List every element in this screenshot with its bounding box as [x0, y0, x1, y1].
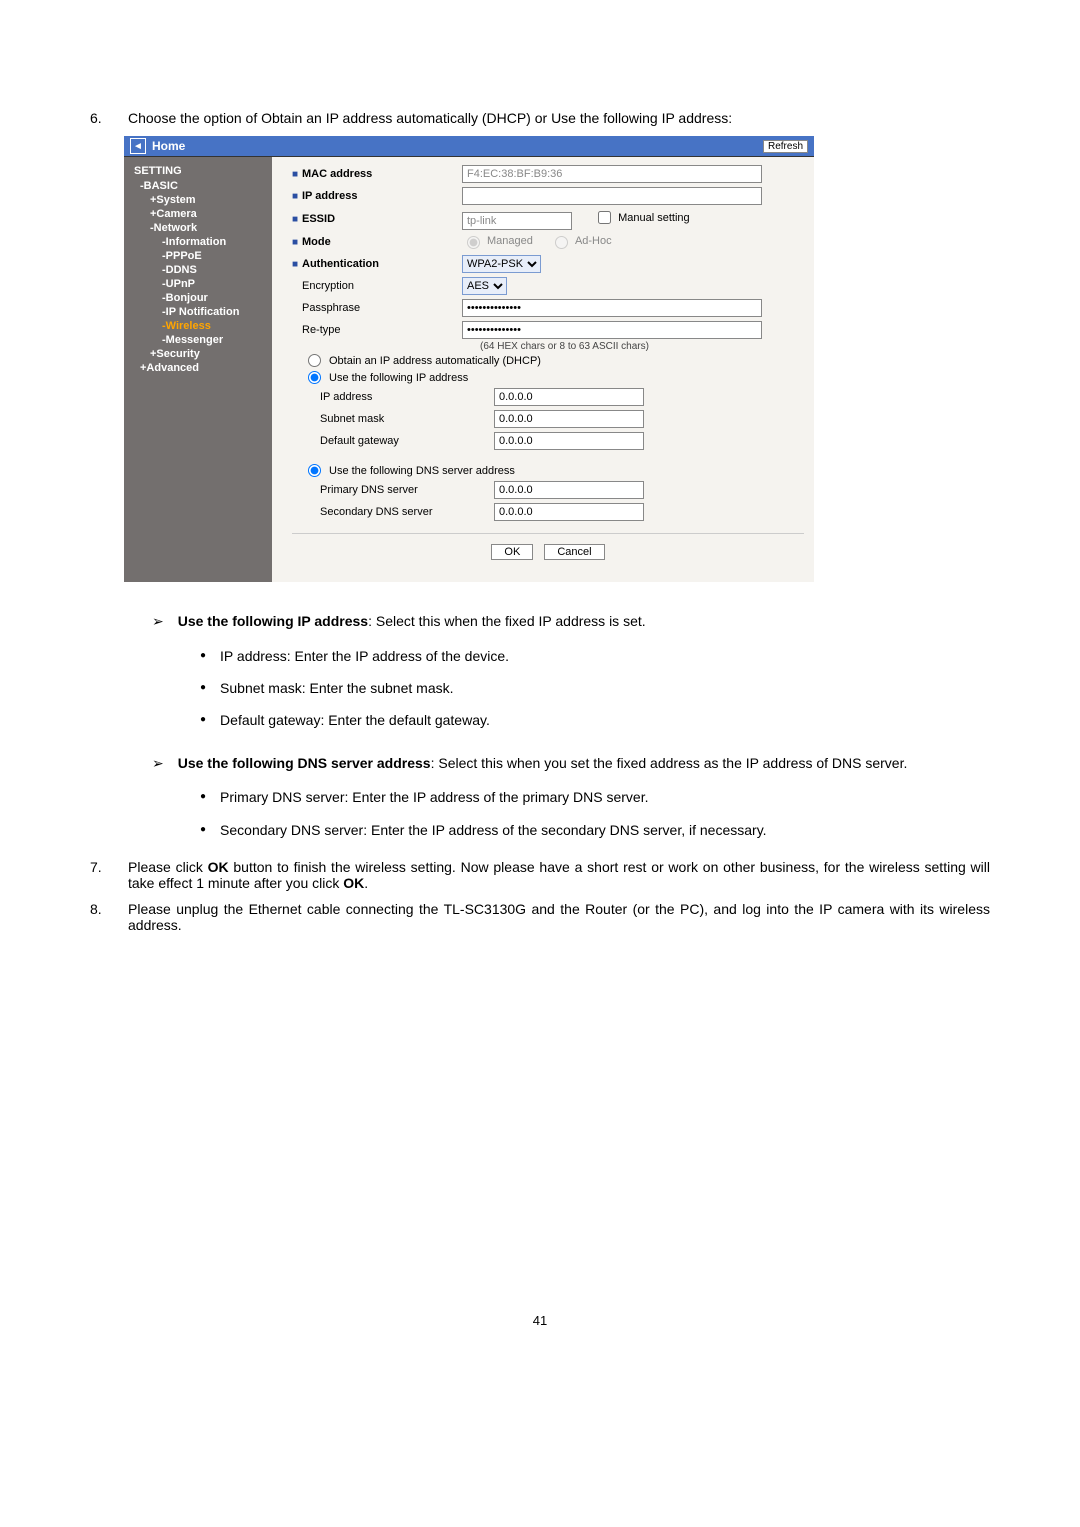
label-retype: Re-type	[302, 324, 462, 336]
encryption-select[interactable]: AES	[462, 277, 507, 295]
dhcp-radio[interactable]	[308, 354, 321, 367]
auth-select[interactable]: WPA2-PSK	[462, 255, 541, 273]
secdns-field[interactable]	[494, 503, 644, 521]
cancel-button[interactable]: Cancel	[544, 544, 604, 560]
step-6: 6. Choose the option of Obtain an IP add…	[90, 110, 990, 126]
main-panel: ■ MAC address ■ IP address ■ ESSID Manua…	[272, 157, 814, 582]
page-number: 41	[90, 1313, 990, 1328]
bullet-subnet: ● Subnet mask: Enter the subnet mask.	[200, 677, 990, 699]
step-7-number: 7.	[90, 859, 110, 891]
arrow-right-icon: ➢	[152, 608, 164, 635]
bullet-icon: ●	[200, 819, 206, 841]
dhcp-label: Obtain an IP address automatically (DHCP…	[329, 355, 541, 367]
sidebar-ipnotification[interactable]: -IP Notification	[124, 305, 272, 319]
step-7: 7. Please click OK button to finish the …	[90, 859, 990, 891]
arrow-right-icon: ➢	[152, 750, 164, 777]
label-auth: Authentication	[302, 258, 462, 270]
bullet-icon: ■	[292, 259, 302, 270]
label-ip: IP address	[302, 190, 462, 202]
sidebar-information[interactable]: -Information	[124, 235, 272, 249]
label-gateway: Default gateway	[292, 435, 466, 447]
arrow1-rest: : Select this when the fixed IP address …	[368, 613, 646, 629]
useip-label: Use the following IP address	[329, 372, 468, 384]
sidebar-camera[interactable]: +Camera	[124, 207, 272, 221]
bullet-icon: ●	[200, 786, 206, 808]
essid-field[interactable]	[462, 212, 572, 230]
subnet-field[interactable]	[494, 410, 644, 428]
label-ipaddress: IP address	[292, 391, 466, 403]
arrow-use-ip: ➢ Use the following IP address: Select t…	[152, 608, 990, 635]
sidebar-wireless[interactable]: -Wireless	[124, 319, 272, 333]
bullet-icon: ■	[292, 191, 302, 202]
usedns-radio[interactable]	[308, 464, 321, 477]
passphrase-field[interactable]	[462, 299, 762, 317]
sidebar-ddns[interactable]: -DDNS	[124, 263, 272, 277]
step-6-number: 6.	[90, 110, 110, 126]
step-8-number: 8.	[90, 901, 110, 933]
sidebar-upnp[interactable]: -UPnP	[124, 277, 272, 291]
primdns-field[interactable]	[494, 481, 644, 499]
bullet-icon: ■	[292, 214, 302, 225]
bullet-icon: ●	[200, 709, 206, 731]
sidebar-system[interactable]: +System	[124, 193, 272, 207]
sidebar-advanced[interactable]: +Advanced	[124, 361, 272, 375]
ip-field-top[interactable]	[462, 187, 762, 205]
usedns-radio-row[interactable]: Use the following DNS server address	[292, 462, 804, 479]
sidebar-basic[interactable]: -BASIC	[124, 179, 272, 193]
mac-field	[462, 165, 762, 183]
step-8: 8. Please unplug the Ethernet cable conn…	[90, 901, 990, 933]
useip-radio[interactable]	[308, 371, 321, 384]
sidebar-bonjour[interactable]: -Bonjour	[124, 291, 272, 305]
passphrase-hint: (64 HEX chars or 8 to 63 ASCII chars)	[292, 341, 804, 352]
back-arrow-icon[interactable]: ◄	[130, 138, 146, 154]
retype-field[interactable]	[462, 321, 762, 339]
arrow2-rest: : Select this when you set the fixed add…	[431, 755, 908, 771]
label-mode: Mode	[302, 236, 462, 248]
mode-adhoc-radio[interactable]: Ad-Hoc	[550, 233, 612, 249]
home-link[interactable]: Home	[152, 139, 185, 153]
manual-setting-checkbox[interactable]: Manual setting	[594, 208, 690, 227]
step-6-text: Choose the option of Obtain an IP addres…	[128, 110, 990, 126]
sidebar-pppoe[interactable]: -PPPoE	[124, 249, 272, 263]
label-subnet: Subnet mask	[292, 413, 466, 425]
dhcp-radio-row[interactable]: Obtain an IP address automatically (DHCP…	[292, 352, 804, 369]
label-passphrase: Passphrase	[302, 302, 462, 314]
bullet-gateway: ● Default gateway: Enter the default gat…	[200, 709, 990, 731]
sidebar: SETTING -BASIC +System +Camera -Network …	[124, 157, 272, 582]
label-mac: MAC address	[302, 168, 462, 180]
bullet-secondary-dns: ● Secondary DNS server: Enter the IP add…	[200, 819, 990, 841]
label-secdns: Secondary DNS server	[292, 506, 466, 518]
sidebar-network[interactable]: -Network	[124, 221, 272, 235]
bullet-icon: ●	[200, 677, 206, 699]
bullet-primary-dns: ● Primary DNS server: Enter the IP addre…	[200, 786, 990, 808]
sidebar-setting: SETTING	[124, 163, 272, 179]
arrow2-bold: Use the following DNS server address	[178, 755, 431, 771]
sidebar-security[interactable]: +Security	[124, 347, 272, 361]
ipaddress-field[interactable]	[494, 388, 644, 406]
arrow1-bold: Use the following IP address	[178, 613, 368, 629]
arrow-use-dns: ➢ Use the following DNS server address: …	[152, 750, 990, 777]
bullet-icon: ●	[200, 645, 206, 667]
step-8-text: Please unplug the Ethernet cable connect…	[128, 901, 990, 933]
ok-button[interactable]: OK	[491, 544, 533, 560]
label-essid: ESSID	[302, 213, 462, 225]
label-encryption: Encryption	[302, 280, 462, 292]
bullet-icon: ■	[292, 237, 302, 248]
bullet-icon: ■	[292, 169, 302, 180]
bullet-ip-address: ● IP address: Enter the IP address of th…	[200, 645, 990, 667]
gateway-field[interactable]	[494, 432, 644, 450]
sidebar-messenger[interactable]: -Messenger	[124, 333, 272, 347]
button-row: OK Cancel	[292, 533, 804, 568]
refresh-button[interactable]: Refresh	[763, 140, 808, 153]
mode-managed-radio[interactable]: Managed	[462, 233, 533, 249]
app-header: ◄ Home Refresh	[124, 136, 814, 157]
step-7-text: Please click OK button to finish the wir…	[128, 859, 990, 891]
label-primdns: Primary DNS server	[292, 484, 466, 496]
useip-radio-row[interactable]: Use the following IP address	[292, 369, 804, 386]
screenshot-panel: ◄ Home Refresh SETTING -BASIC +System +C…	[124, 136, 814, 582]
usedns-label: Use the following DNS server address	[329, 465, 515, 477]
